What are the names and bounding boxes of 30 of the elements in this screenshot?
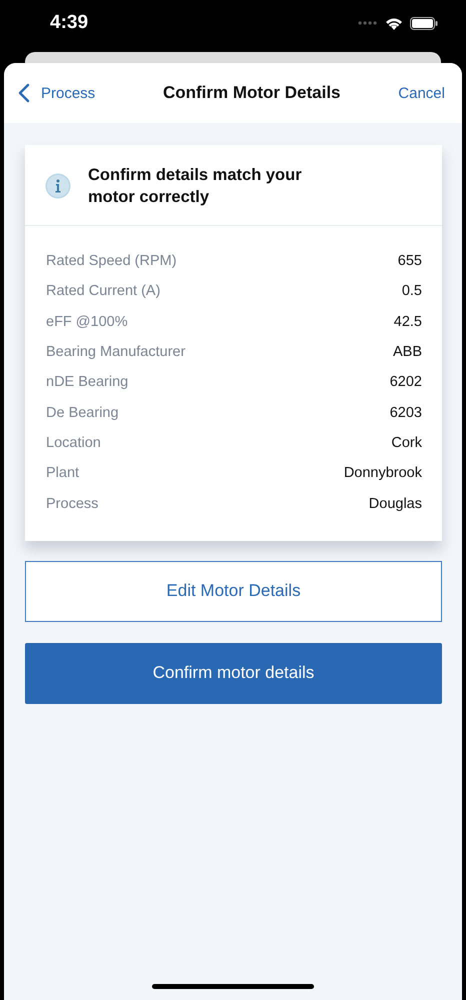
- card-heading: Confirm details match your motor correctly: [88, 165, 303, 208]
- battery-icon: [410, 16, 438, 30]
- detail-label: Plant: [46, 465, 80, 482]
- detail-value: 42.5: [394, 314, 422, 330]
- detail-value: Donnybrook: [344, 465, 422, 482]
- detail-label: eFF @100%: [46, 314, 128, 330]
- info-icon: [45, 173, 71, 199]
- detail-label: Process: [46, 496, 98, 512]
- detail-value: 6203: [390, 404, 422, 421]
- detail-label: nDE Bearing: [46, 374, 128, 390]
- back-button[interactable]: Process: [18, 83, 96, 103]
- screen-title: Confirm Motor Details: [162, 83, 341, 103]
- detail-label: De Bearing: [46, 404, 119, 421]
- detail-value: 655: [398, 253, 422, 270]
- detail-value: 6202: [390, 374, 422, 390]
- detail-label: Rated Speed (RPM): [46, 253, 177, 270]
- wifi-icon: [385, 16, 403, 30]
- signal-icon: [358, 21, 378, 25]
- detail-value: ABB: [392, 344, 422, 360]
- edit-button[interactable]: Edit Motor Details: [25, 560, 442, 622]
- detail-label: Bearing Manufacturer: [46, 344, 186, 360]
- detail-value: Douglas: [368, 496, 422, 512]
- cancel-button[interactable]: Cancel: [398, 84, 445, 102]
- detail-label: Rated Current (A): [46, 283, 160, 300]
- detail-label: Location: [46, 434, 101, 451]
- detail-value: 0.5: [402, 283, 422, 300]
- chevron-left-icon: [18, 83, 30, 103]
- confirm-button[interactable]: Confirm motor details: [25, 642, 442, 704]
- status-time: 4:39: [50, 12, 88, 34]
- detail-value: Cork: [391, 434, 422, 451]
